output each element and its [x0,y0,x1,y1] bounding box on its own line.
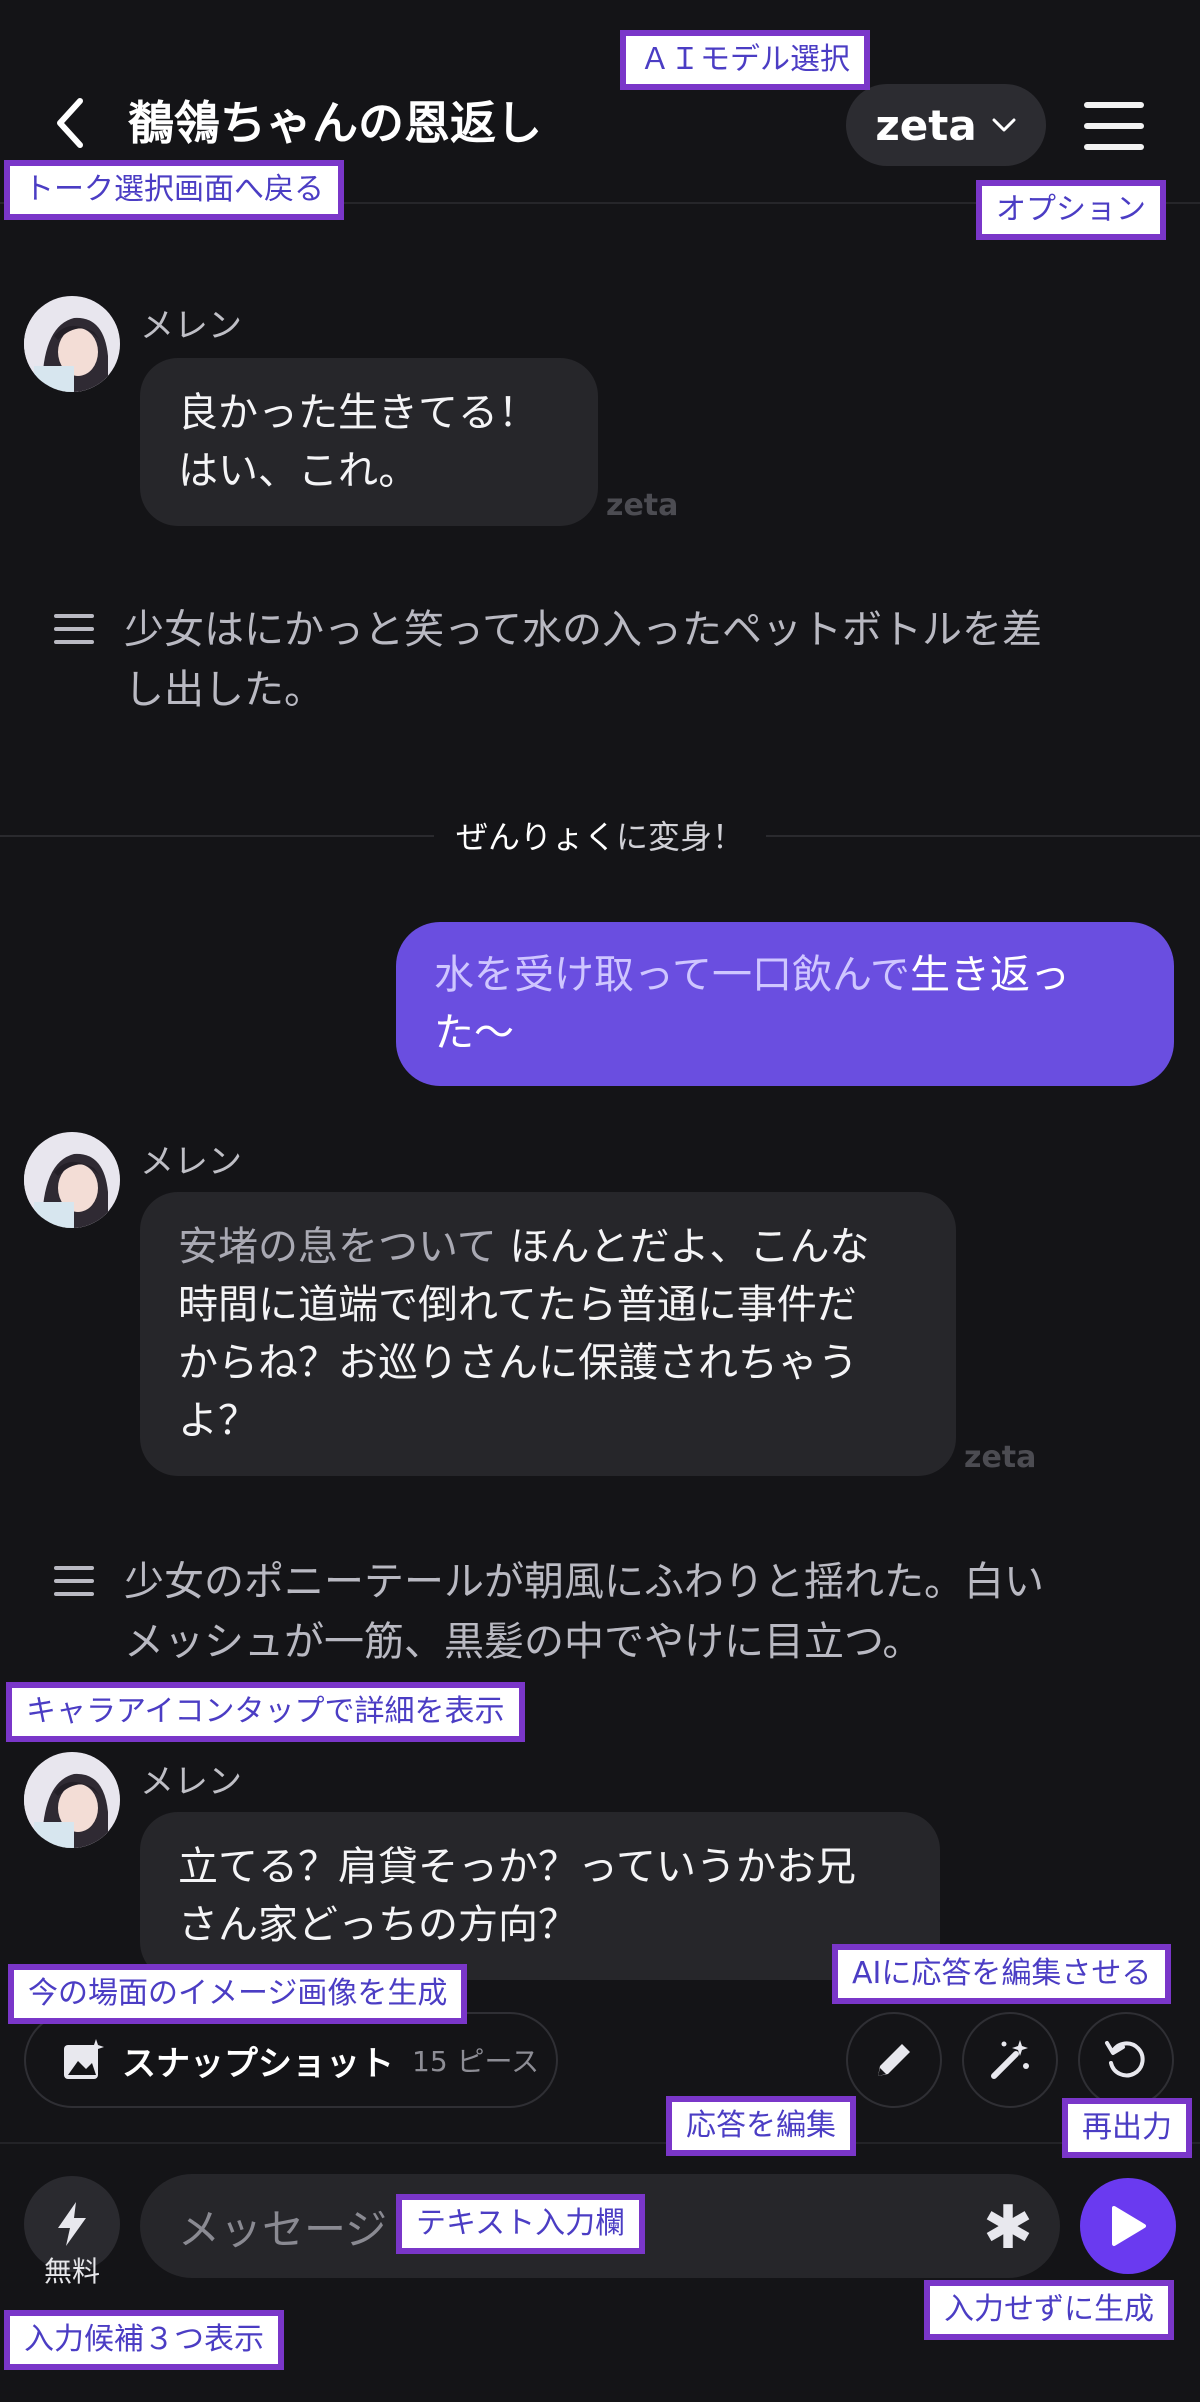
ai-message-bubble[interactable]: 安堵の息をついて ほんとだよ、こんな 時間に道端で倒れてたら普通に事件だ からね… [140,1192,956,1476]
lightning-icon [58,2202,86,2246]
chevron-left-icon [57,98,83,148]
avatar-image [24,1132,120,1228]
play-icon [1112,2206,1146,2246]
transform-highlight: ぜんりょく [455,818,616,856]
model-select-button[interactable]: zeta [846,84,1046,166]
ai-message-bubble[interactable]: 良かった生きてる！ はい、これ。 [140,358,598,526]
ai-message-bubble[interactable]: 立てる？肩貸そっか？っていうかお兄 さん家どっちの方向？ [140,1812,940,1980]
message-line: ほんとだよ、こんな [509,1224,870,1270]
zeta-watermark: zeta [964,1440,1037,1475]
callout-ai-edit: AIに応答を編集させる [832,1944,1172,2004]
callout-edit: 応答を編集 [666,2096,856,2156]
narration-line: 少女のポニーテールが朝風にふわりと揺れた。白い [124,1559,1044,1605]
magic-wand-icon [991,2040,1029,2079]
callout-generate-no-input: 入力せずに生成 [924,2280,1174,2340]
zeta-watermark: zeta [606,488,679,523]
chat-title: 鶺鴒ちゃんの恩返し [128,96,542,150]
callout-avatar-tap: キャラアイコンタップで詳細を表示 [6,1682,525,1742]
narration-icon [54,1566,94,1596]
character-avatar[interactable] [24,1752,120,1848]
message-line: 時間に道端で倒れてたら普通に事件だ [178,1282,857,1328]
snapshot-button[interactable]: スナップショット 15 ピース [24,2012,558,2108]
user-action-text: 水を受け取って一口飲んで [434,952,910,998]
callout-model-select: ＡＩモデル選択 [620,30,870,90]
snapshot-count: 15 ピース [412,2045,540,2078]
message-line: はい、これ。 [178,448,419,494]
speaker-name: メレン [140,1762,242,1802]
ai-edit-button[interactable] [962,2012,1058,2108]
callout-regenerate: 再出力 [1062,2098,1192,2158]
callout-text-input: テキスト入力欄 [396,2194,646,2254]
speaker-name: メレン [140,1142,242,1182]
callout-options: オプション [976,180,1166,240]
narration-text: 少女のポニーテールが朝風にふわりと揺れた。白い メッシュが一筋、黒髪の中でやけに… [124,1552,1164,1672]
message-line: 良かった生きてる！ [178,390,538,436]
character-avatar[interactable] [24,296,120,392]
narration-line: し出した。 [124,667,324,713]
chevron-down-icon [992,118,1016,132]
free-label: 無料 [43,2255,100,2288]
model-label: zeta [875,100,977,150]
narration-text: 少女はにかっと笑って水の入ったペットボトルを差 し出した。 [124,600,1144,720]
bottom-divider [0,2142,1200,2144]
callout-back: トーク選択画面へ戻る [4,160,344,220]
refresh-icon [1105,2041,1145,2078]
narration-line: 少女はにかっと笑って水の入ったペットボトルを差 [124,607,1042,653]
ai-action-text: 安堵の息をついて [178,1224,497,1270]
message-line: さん家どっちの方向？ [178,1902,578,1948]
user-message-bubble[interactable]: 水を受け取って一口飲んで生き返っ た〜 [396,922,1174,1086]
avatar-image [24,1752,120,1848]
narration-line: メッシュが一筋、黒髪の中でやけに目立つ。 [124,1619,923,1665]
menu-icon[interactable] [1078,96,1150,156]
message-line: 立てる？肩貸そっか？っていうかお兄 [178,1844,856,1890]
snapshot-label: スナップショット [122,2043,394,2084]
narration-icon [54,614,94,644]
back-button[interactable] [40,88,100,158]
user-speech-line: た〜 [434,1010,514,1056]
transform-label: ぜんりょくに変身！ [0,812,1200,858]
user-speech-text: 生き返っ [910,952,1070,998]
pencil-icon [878,2044,910,2076]
edit-response-button[interactable] [846,2012,942,2108]
asterisk-icon[interactable]: ✱ [980,2188,1036,2268]
image-sparkle-icon [64,2039,104,2079]
message-placeholder: メッセージ [178,2204,388,2254]
send-button[interactable] [1080,2178,1176,2274]
message-line: からね？お巡りさんに保護されちゃう [178,1340,858,1386]
character-avatar[interactable] [24,1132,120,1228]
transform-rest: に変身！ [616,818,745,856]
message-line: よ？ [178,1398,258,1444]
regenerate-button[interactable] [1078,2012,1174,2108]
avatar-image [24,296,120,392]
callout-suggest3: 入力候補３つ表示 [4,2310,284,2370]
callout-snapshot: 今の場面のイメージ画像を生成 [8,1964,468,2024]
speaker-name: メレン [140,306,242,346]
